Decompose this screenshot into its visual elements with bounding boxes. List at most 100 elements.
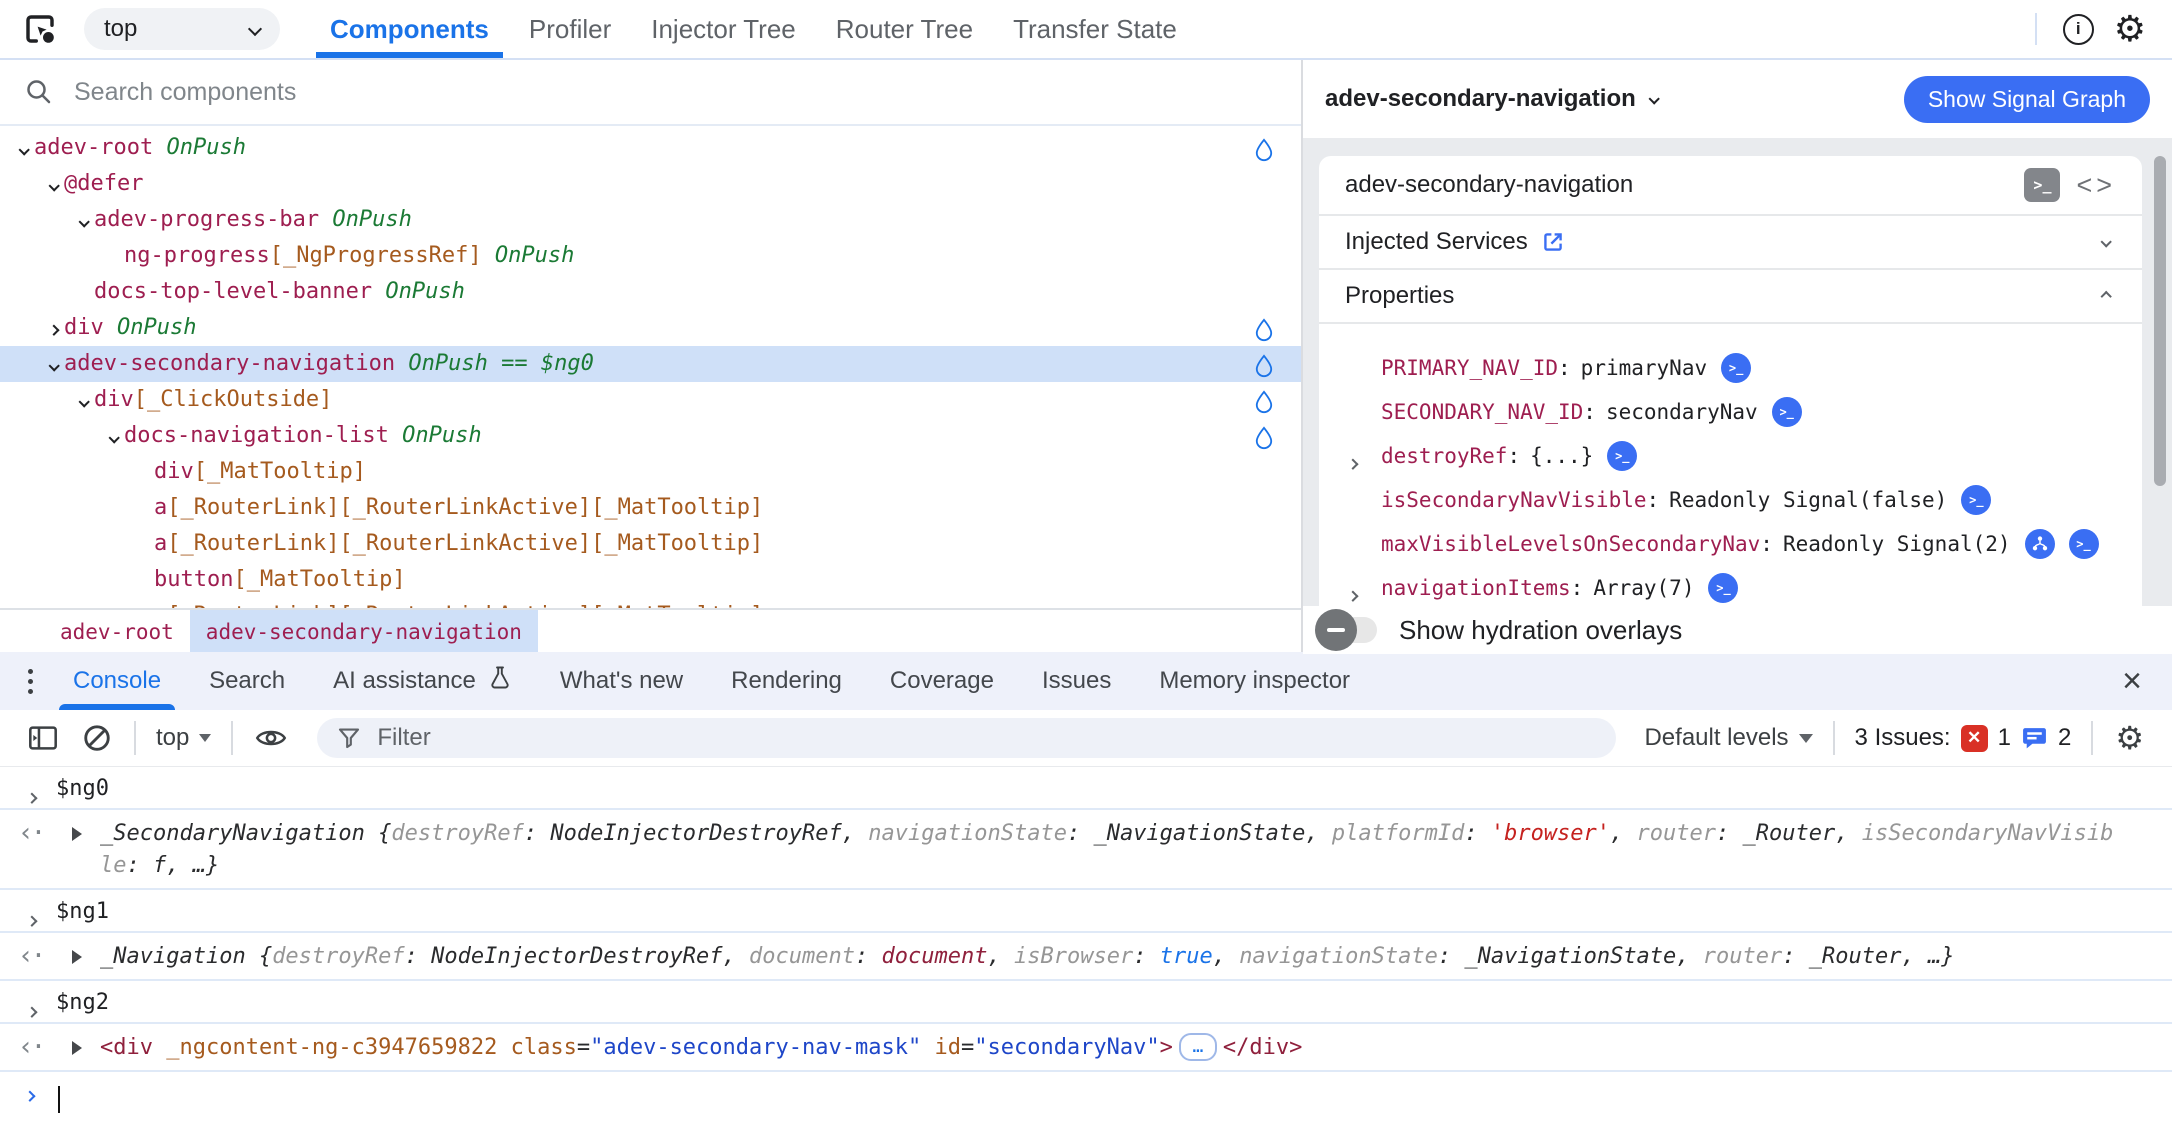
- drawer-tab-issues[interactable]: Issues: [1018, 652, 1135, 710]
- tree-row[interactable]: div[_MatTooltip]: [0, 454, 1301, 490]
- tree-row[interactable]: a[_RouterLink][_RouterLinkActive][_MatTo…: [0, 490, 1301, 526]
- property-row[interactable]: maxVisibleLevelsOnSecondaryNav:Readonly …: [1319, 522, 2142, 566]
- drawer-tab-memory-inspector[interactable]: Memory inspector: [1135, 652, 1374, 710]
- console-result-entry[interactable]: ‹·<div _ngcontent-ng-c3947659822 class="…: [0, 1024, 2172, 1072]
- breadcrumb-item[interactable]: adev-secondary-navigation: [190, 610, 538, 654]
- console-reference-badge-icon[interactable]: >_: [1708, 573, 1738, 603]
- chevron-down-icon: [248, 22, 262, 36]
- chevron-down-icon[interactable]: [44, 346, 64, 382]
- expand-chevron-icon[interactable]: [1349, 449, 1357, 473]
- chevron-down-icon[interactable]: [44, 166, 64, 202]
- message-count: 2: [2058, 724, 2071, 752]
- console-reference-badge-icon[interactable]: >_: [1961, 485, 1991, 515]
- expand-ellipsis-button[interactable]: …: [1179, 1033, 1217, 1061]
- tree-row[interactable]: div[_ClickOutside]: [0, 382, 1301, 418]
- close-drawer-icon[interactable]: ×: [2122, 664, 2142, 698]
- drawer-tab-rendering[interactable]: Rendering: [707, 652, 866, 710]
- chevron-down-icon[interactable]: [104, 418, 124, 454]
- property-row[interactable]: SECONDARY_NAV_ID:secondaryNav>_: [1319, 390, 2142, 434]
- expand-triangle-icon[interactable]: [72, 1041, 82, 1055]
- issues-counter[interactable]: 3 Issues: ✕ 1 2: [1845, 724, 2082, 752]
- console-reference-badge-icon[interactable]: >_: [2069, 529, 2099, 559]
- search-components-input[interactable]: [72, 77, 1291, 108]
- search-icon: [24, 77, 54, 107]
- tab-profiler[interactable]: Profiler: [509, 0, 631, 58]
- breadcrumb: adev-rootadev-secondary-navigation: [0, 608, 1301, 654]
- console-command-entry[interactable]: $ng1: [0, 890, 2172, 933]
- show-signal-graph-button[interactable]: Show Signal Graph: [1904, 76, 2150, 123]
- property-row[interactable]: PRIMARY_NAV_ID:primaryNav>_: [1319, 346, 2142, 390]
- expand-triangle-icon[interactable]: [72, 827, 82, 841]
- console-command-entry[interactable]: $ng2: [0, 981, 2172, 1024]
- divider: [2091, 721, 2093, 755]
- property-row[interactable]: navigationItems:Array(7)>_: [1319, 566, 2142, 610]
- tree-row[interactable]: adev-root OnPush: [0, 130, 1301, 166]
- selected-component-title[interactable]: adev-secondary-navigation: [1325, 85, 1658, 113]
- tab-transfer-state[interactable]: Transfer State: [993, 0, 1197, 58]
- tab-router-tree[interactable]: Router Tree: [816, 0, 993, 58]
- tree-row[interactable]: a[_RouterLink][_RouterLinkActive][_MatTo…: [0, 526, 1301, 562]
- tab-components[interactable]: Components: [310, 0, 509, 58]
- command-text: $ng2: [56, 990, 109, 1015]
- tab-injector-tree[interactable]: Injector Tree: [631, 0, 816, 58]
- console-result-entry[interactable]: ‹·_Navigation {destroyRef: NodeInjectorD…: [0, 933, 2172, 981]
- command-chevron-icon: [28, 906, 36, 931]
- drawer-menu-icon[interactable]: [12, 669, 49, 694]
- tree-row[interactable]: @defer: [0, 166, 1301, 202]
- properties-section[interactable]: Properties: [1319, 270, 2142, 324]
- console-context-dropdown[interactable]: top: [146, 724, 221, 752]
- tree-row[interactable]: adev-secondary-navigation OnPush == $ng0: [0, 346, 1301, 382]
- filter-input[interactable]: [375, 723, 1596, 753]
- tree-row[interactable]: docs-top-level-banner OnPush: [0, 274, 1301, 310]
- component-name: docs-top-level-banner: [94, 279, 372, 304]
- tree-row[interactable]: adev-progress-bar OnPush: [0, 202, 1301, 238]
- scrollbar[interactable]: [2152, 148, 2168, 600]
- expand-chevron-icon[interactable]: [1349, 581, 1357, 605]
- tree-row[interactable]: button[_MatTooltip]: [0, 562, 1301, 598]
- clear-console-icon[interactable]: [70, 723, 124, 753]
- drawer-tab-what-s-new[interactable]: What's new: [536, 652, 707, 710]
- console-reference-badge-icon[interactable]: >_: [1607, 441, 1637, 471]
- scrollbar-thumb[interactable]: [2154, 156, 2166, 486]
- tree-row[interactable]: div OnPush: [0, 310, 1301, 346]
- console-settings-gear-icon[interactable]: ⚙: [2103, 722, 2156, 754]
- hydration-toggle[interactable]: [1319, 615, 1377, 645]
- console-reference-badge-icon[interactable]: >_: [1772, 397, 1802, 427]
- drawer-tab-coverage[interactable]: Coverage: [866, 652, 1018, 710]
- drawer-tabs: ConsoleSearchAI assistanceWhat's newRend…: [0, 652, 2172, 710]
- inspect-element-icon[interactable]: [22, 11, 58, 47]
- drawer-tab-ai-assistance[interactable]: AI assistance: [309, 652, 536, 710]
- gear-icon[interactable]: ⚙: [2114, 11, 2146, 47]
- frame-selector-dropdown[interactable]: top: [84, 8, 280, 50]
- property-name: PRIMARY_NAV_ID: [1381, 356, 1558, 380]
- tree-row[interactable]: ng-progress[_NgProgressRef] OnPush: [0, 238, 1301, 274]
- injected-services-section[interactable]: Injected Services: [1319, 216, 2142, 270]
- chevron-up-icon: [2100, 290, 2112, 302]
- external-link-icon[interactable]: [1540, 229, 1566, 255]
- chevron-down-icon: [2100, 236, 2112, 248]
- chevron-down-icon[interactable]: [74, 202, 94, 238]
- tree-row[interactable]: a[_RouterLink][_RouterLinkActive][_MatTo…: [0, 598, 1301, 608]
- console-prompt[interactable]: [0, 1072, 2172, 1124]
- property-row[interactable]: isSecondaryNavVisible:Readonly Signal(fa…: [1319, 478, 2142, 522]
- console-result-entry[interactable]: ‹·_SecondaryNavigation {destroyRef: Node…: [0, 810, 2172, 890]
- chevron-down-icon[interactable]: [74, 382, 94, 418]
- drawer-tab-console[interactable]: Console: [49, 652, 185, 710]
- console-reference-icon[interactable]: >_: [2024, 168, 2060, 202]
- signal-graph-badge-icon[interactable]: [2025, 529, 2055, 559]
- chevron-right-icon[interactable]: [44, 310, 64, 346]
- console-reference-badge-icon[interactable]: >_: [1721, 353, 1751, 383]
- chevron-down-icon[interactable]: [14, 130, 34, 166]
- info-icon[interactable]: i: [2063, 14, 2094, 45]
- view-source-icon[interactable]: <>: [2076, 170, 2116, 201]
- tree-row[interactable]: docs-navigation-list OnPush: [0, 418, 1301, 454]
- change-detection-badge: OnPush: [319, 207, 412, 232]
- breadcrumb-item[interactable]: adev-root: [44, 610, 190, 654]
- expand-triangle-icon[interactable]: [72, 950, 82, 964]
- default-levels-dropdown[interactable]: Default levels: [1634, 724, 1822, 752]
- console-command-entry[interactable]: $ng0: [0, 767, 2172, 810]
- live-expression-eye-icon[interactable]: [243, 726, 299, 750]
- property-row[interactable]: destroyRef:{...}>_: [1319, 434, 2142, 478]
- console-sidebar-icon[interactable]: [16, 724, 70, 752]
- drawer-tab-search[interactable]: Search: [185, 652, 309, 710]
